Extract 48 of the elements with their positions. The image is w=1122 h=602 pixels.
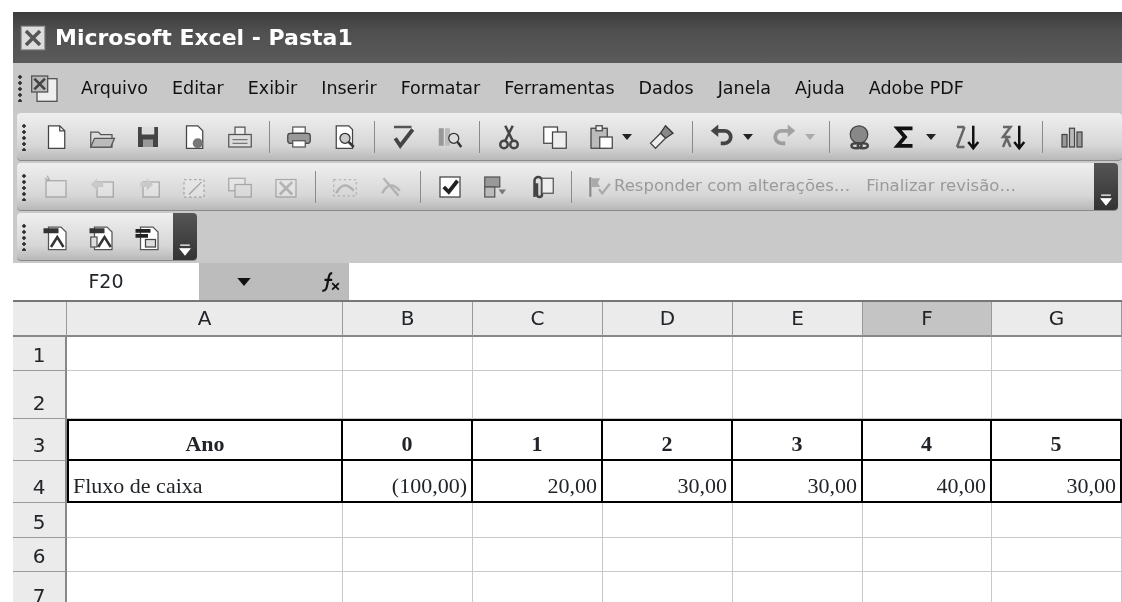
workbook-icon[interactable] (29, 72, 61, 104)
table-cell: 30,00 (992, 461, 1122, 503)
menu-item[interactable]: Janela (705, 71, 783, 105)
menu-item[interactable]: Inserir (309, 71, 389, 105)
table-cell: (100,00) (343, 461, 473, 503)
menu-item[interactable]: Adobe PDF (856, 71, 976, 105)
table-cell: 30,00 (603, 461, 733, 503)
table-cell: 40,00 (863, 461, 992, 503)
name-box-dropdown[interactable] (237, 277, 251, 286)
table-cell: 5 (992, 419, 1122, 461)
table-cell: Fluxo de caixa (67, 461, 343, 503)
menu-item[interactable]: Dados (626, 71, 706, 105)
row-header[interactable]: 1 (13, 337, 67, 371)
chevron-icon (179, 244, 191, 256)
table-cell: Ano (67, 419, 343, 461)
column-header[interactable]: D (603, 302, 733, 337)
column-header[interactable]: G (992, 302, 1122, 337)
toolbar-options-button[interactable] (173, 213, 197, 260)
column-header[interactable]: E (733, 302, 863, 337)
table-cell: 2 (603, 419, 733, 461)
table-cell: 0 (343, 419, 473, 461)
app-icon (19, 23, 47, 52)
column-header[interactable]: C (473, 302, 603, 337)
insert-function-icon[interactable] (319, 270, 341, 293)
select-all-corner[interactable] (13, 302, 67, 337)
menu-item[interactable]: Ferramentas (492, 71, 627, 105)
menu-item[interactable]: Editar (160, 71, 236, 105)
chevron-icon (1100, 194, 1112, 206)
table-cell: 3 (733, 419, 863, 461)
table-cell: 1 (473, 419, 603, 461)
column-header[interactable]: A (67, 302, 343, 337)
row-header[interactable]: 2 (13, 371, 67, 419)
caret-icon (237, 277, 251, 286)
window-title: Microsoft Excel - Pasta1 (55, 25, 353, 50)
menu-item[interactable]: Exibir (235, 71, 310, 105)
menu-item[interactable]: Ajuda (783, 71, 857, 105)
row-header[interactable]: 4 (13, 461, 67, 503)
menu-item[interactable]: Arquivo (69, 71, 160, 105)
table-cell: 20,00 (473, 461, 603, 503)
row-header[interactable]: 3 (13, 419, 67, 461)
table-cell: 30,00 (733, 461, 863, 503)
row-header[interactable]: 5 (13, 503, 67, 538)
column-header[interactable]: B (343, 302, 473, 337)
toolbar-options-button[interactable] (1094, 163, 1118, 210)
column-header[interactable]: F (863, 302, 992, 337)
row-header[interactable]: 6 (13, 538, 67, 572)
menu-item[interactable]: Formatar (388, 71, 493, 105)
table-cell: 4 (863, 419, 992, 461)
